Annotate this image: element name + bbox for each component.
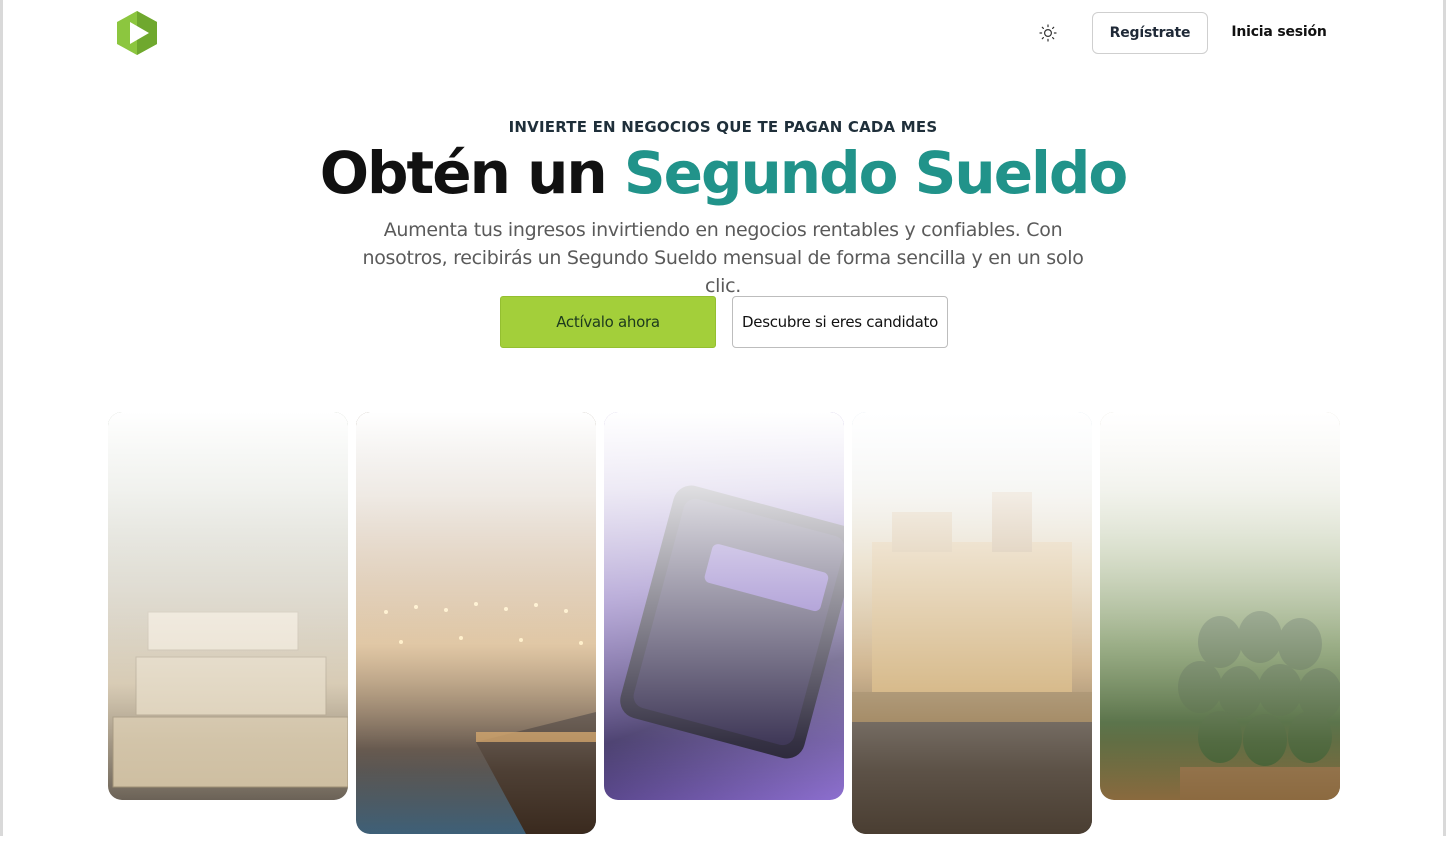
gallery-image-avocados bbox=[1100, 412, 1340, 800]
hero-headline-part1: Obtén un bbox=[319, 139, 624, 207]
hero-headline-accent: Segundo Sueldo bbox=[623, 139, 1128, 207]
hero-subtitle: Aumenta tus ingresos invirtiendo en nego… bbox=[362, 219, 1084, 297]
gallery-image-mining-machinery bbox=[852, 412, 1092, 834]
gallery-image-phone-app bbox=[604, 412, 844, 800]
bottom-page-fade bbox=[0, 836, 1446, 867]
hero-headline: Obtén un Segundo Sueldo bbox=[0, 140, 1446, 206]
gallery-image-boxes bbox=[108, 412, 348, 800]
check-eligibility-button[interactable]: Descubre si eres candidato bbox=[732, 296, 948, 348]
gallery-image-restaurant bbox=[356, 412, 596, 834]
activate-now-button[interactable]: Actívalo ahora bbox=[500, 296, 716, 348]
hero-eyebrow: INVIERTE EN NEGOCIOS QUE TE PAGAN CADA M… bbox=[508, 118, 938, 136]
